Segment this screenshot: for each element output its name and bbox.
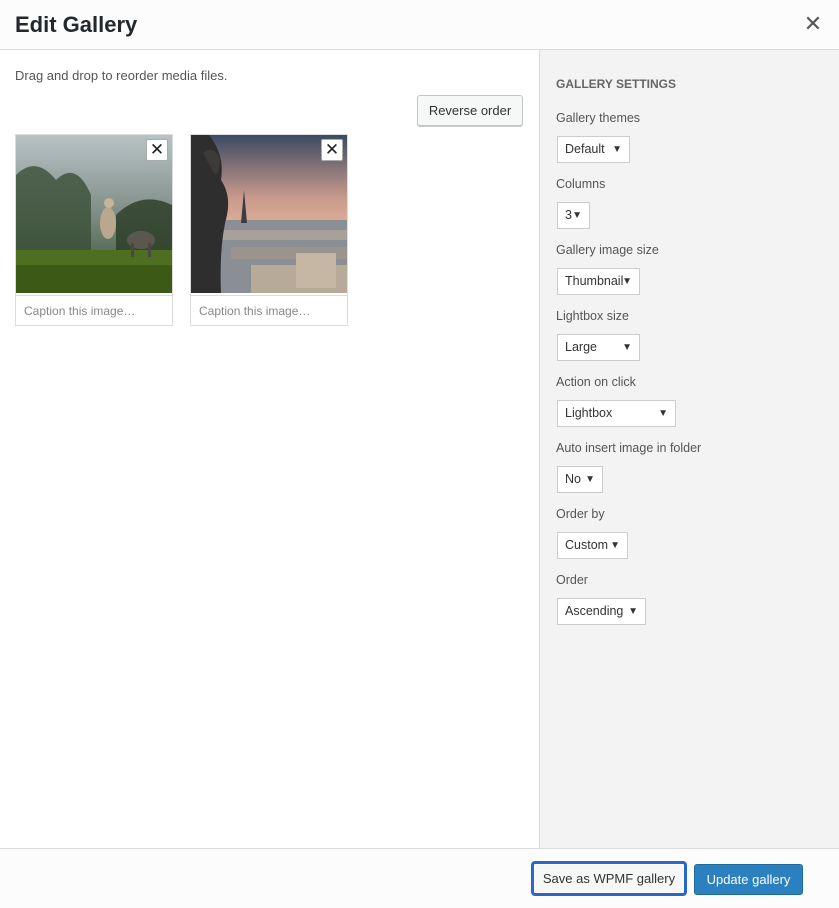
remove-image-icon[interactable]: ✕ [146,139,168,161]
image-size-label: Gallery image size [556,243,659,257]
chevron-down-icon: ▼ [622,342,632,353]
close-icon[interactable]: ✕ [801,12,825,36]
chevron-down-icon: ▼ [610,540,620,551]
lightbox-size-select[interactable]: Large ▼ [557,334,640,361]
columns-value: 3 [565,208,572,222]
chevron-down-icon: ▼ [628,606,638,617]
save-as-wpmf-gallery-button[interactable]: Save as WPMF gallery [531,861,687,896]
reverse-order-button[interactable]: Reverse order [417,95,523,126]
columns-label: Columns [556,177,606,191]
gallery-content: Drag and drop to reorder media files. Re… [0,50,540,848]
gallery-themes-select[interactable]: Default ▼ [557,136,630,163]
order-label: Order [556,573,588,587]
caption-input[interactable]: Caption this image… [16,295,172,325]
order-by-select[interactable]: Custom ▼ [557,532,628,559]
update-gallery-button[interactable]: Update gallery [694,864,803,895]
settings-heading: Gallery Settings [556,77,677,91]
modal-header: Edit Gallery ✕ [0,0,839,50]
caption-input[interactable]: Caption this image… [191,295,347,325]
columns-select[interactable]: 3 ▼ [557,202,590,229]
gallery-image-card[interactable]: ✕ Caption this image… [15,134,173,326]
chevron-down-icon: ▼ [572,210,582,221]
order-value: Ascending [565,604,624,618]
chevron-down-icon: ▼ [585,474,595,485]
order-select[interactable]: Ascending ▼ [557,598,646,625]
chevron-down-icon: ▼ [658,408,668,419]
action-on-click-label: Action on click [556,375,636,389]
remove-image-icon[interactable]: ✕ [321,139,343,161]
chevron-down-icon: ▼ [612,144,622,155]
lightbox-size-value: Large [565,340,597,354]
reorder-hint: Drag and drop to reorder media files. [15,68,228,83]
action-on-click-value: Lightbox [565,406,613,420]
lightbox-size-label: Lightbox size [556,309,629,323]
gallery-themes-value: Default [565,142,605,156]
page-title: Edit Gallery [15,12,138,37]
action-on-click-select[interactable]: Lightbox ▼ [557,400,676,427]
auto-insert-select[interactable]: No ▼ [557,466,603,493]
chevron-down-icon: ▼ [622,276,632,287]
gallery-image-card[interactable]: ✕ Caption this image… [190,134,348,326]
gallery-themes-label: Gallery themes [556,111,641,125]
gallery-settings-panel: Gallery Settings Gallery themes Default … [539,50,839,848]
image-size-select[interactable]: Thumbnail ▼ [557,268,640,295]
order-by-label: Order by [556,507,605,521]
order-by-value: Custom [565,538,609,552]
auto-insert-label: Auto insert image in folder [556,441,702,455]
image-size-value: Thumbnail [565,274,624,288]
auto-insert-value: No [565,472,581,486]
modal-footer: Save as WPMF gallery Update gallery [0,848,839,908]
